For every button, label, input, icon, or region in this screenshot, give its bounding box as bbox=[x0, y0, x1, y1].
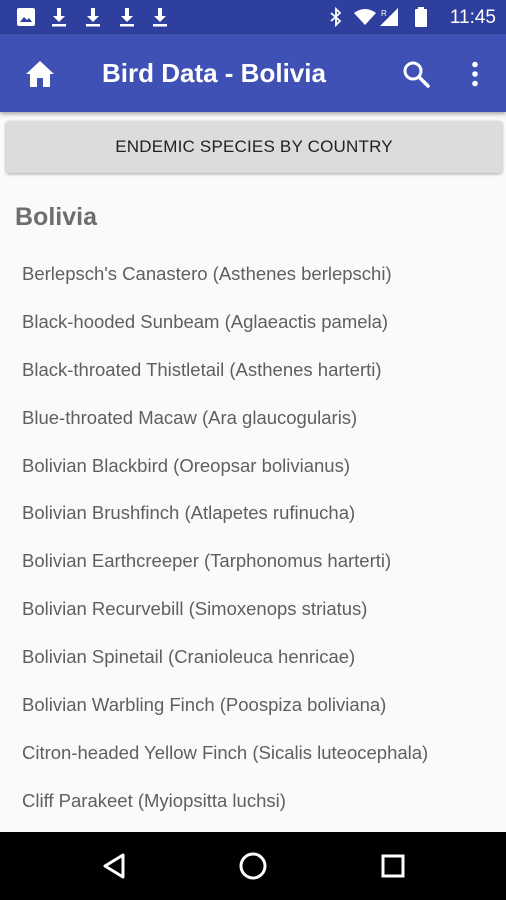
endemic-species-button[interactable]: ENDEMIC SPECIES BY COUNTRY bbox=[6, 121, 502, 173]
recents-icon bbox=[381, 854, 405, 878]
species-list-item[interactable]: Bolivian Brushfinch (Atlapetes rufinucha… bbox=[0, 489, 506, 537]
search-button[interactable] bbox=[394, 52, 438, 96]
species-list-item[interactable]: Bolivian Blackbird (Oreopsar bolivianus) bbox=[0, 442, 506, 490]
more-vert-icon bbox=[472, 61, 478, 87]
clock: 11:45 bbox=[449, 7, 496, 28]
signal-icon: R bbox=[380, 8, 398, 26]
download-icon bbox=[52, 8, 66, 27]
download-icon bbox=[86, 8, 100, 27]
species-list-item[interactable]: Bolivian Spinetail (Cranioleuca henricae… bbox=[0, 633, 506, 681]
species-list-item[interactable]: Berlepsch's Canastero (Asthenes berlepsc… bbox=[0, 250, 506, 298]
species-list-item[interactable]: Bolivian Recurvebill (Simoxenops striatu… bbox=[0, 585, 506, 633]
recents-button[interactable] bbox=[373, 846, 413, 886]
page-title: Bird Data - Bolivia bbox=[102, 58, 326, 88]
battery-icon bbox=[415, 7, 427, 27]
download-icon bbox=[120, 8, 134, 27]
species-list-item[interactable]: Black-hooded Sunbeam (Aglaeactis pamela) bbox=[0, 298, 506, 346]
home-nav-button[interactable] bbox=[233, 846, 273, 886]
species-list-item[interactable]: Cliff Parakeet (Myiopsitta luchsi) bbox=[0, 777, 506, 825]
download-icon bbox=[153, 8, 167, 27]
svg-text:R: R bbox=[381, 9, 387, 18]
app-bar: Bird Data - Bolivia bbox=[0, 34, 506, 112]
species-list-item[interactable]: Citron-headed Yellow Finch (Sicalis lute… bbox=[0, 729, 506, 777]
home-icon bbox=[26, 61, 54, 87]
bluetooth-icon bbox=[330, 7, 342, 27]
species-list-item[interactable]: Bolivian Earthcreeper (Tarphonomus harte… bbox=[0, 537, 506, 585]
back-button[interactable] bbox=[94, 846, 134, 886]
image-icon bbox=[17, 8, 35, 26]
species-list-item[interactable]: Bolivian Warbling Finch (Poospiza bolivi… bbox=[0, 681, 506, 729]
back-icon bbox=[103, 853, 125, 879]
status-bar: R 11:45 bbox=[0, 0, 506, 34]
home-circle-icon bbox=[239, 852, 267, 880]
species-list: Berlepsch's Canastero (Asthenes berlepsc… bbox=[0, 250, 506, 825]
wifi-icon bbox=[354, 9, 376, 25]
species-list-item[interactable]: Black-throated Thistletail (Asthenes har… bbox=[0, 346, 506, 394]
overflow-menu-button[interactable] bbox=[453, 52, 497, 96]
country-heading: Bolivia bbox=[15, 203, 97, 231]
species-list-item[interactable]: Blue-throated Macaw (Ara glaucogularis) bbox=[0, 394, 506, 442]
search-icon bbox=[403, 61, 430, 88]
system-nav-bar bbox=[0, 832, 506, 900]
home-button[interactable] bbox=[18, 52, 62, 96]
